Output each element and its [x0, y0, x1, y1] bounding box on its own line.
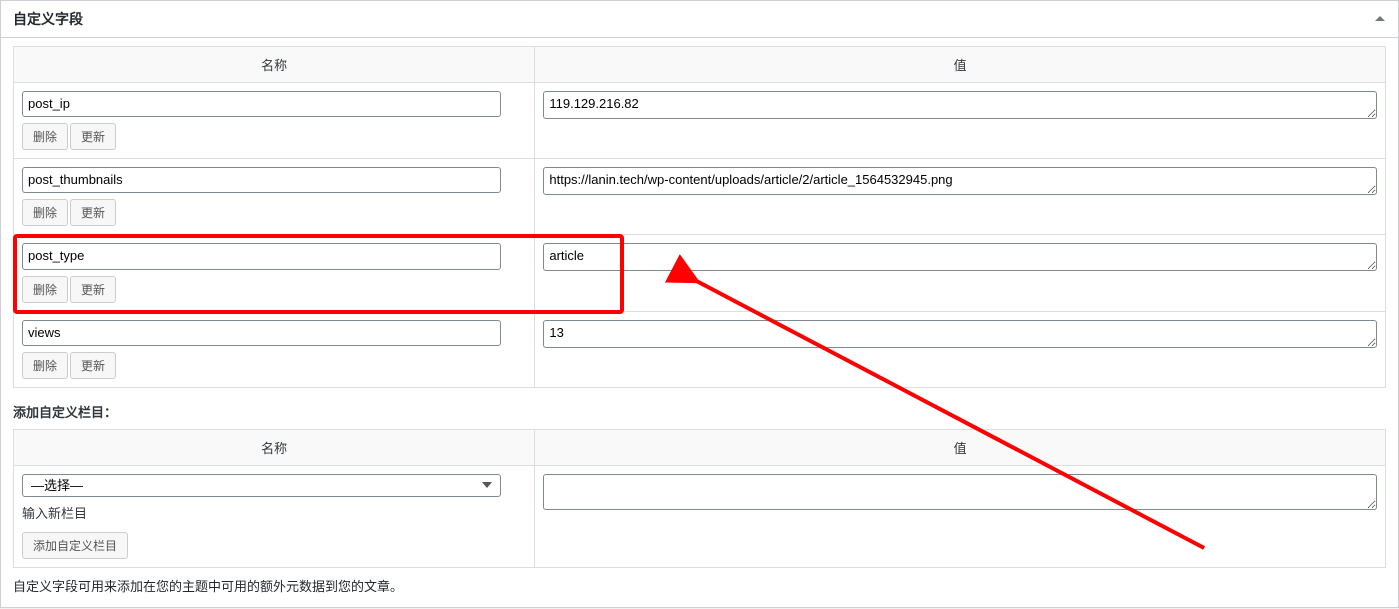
field-key-input[interactable] — [22, 243, 501, 269]
help-text: 自定义字段可用来添加在您的主题中可用的额外元数据到您的文章。 — [13, 568, 1386, 595]
field-key-input[interactable] — [22, 320, 501, 346]
column-header-value: 值 — [535, 47, 1386, 83]
add-row: —选择— 输入新栏目 添加自定义栏目 — [14, 465, 1386, 567]
field-value-textarea[interactable] — [543, 91, 1377, 119]
field-value-textarea[interactable] — [543, 320, 1377, 348]
panel-header: 自定义字段 — [1, 1, 1398, 38]
table-row: 删除更新 — [14, 235, 1386, 311]
update-button[interactable]: 更新 — [70, 199, 116, 226]
custom-fields-panel: 自定义字段 名称 值 删除更新删除更新删除更新删除更新 添加自定义栏目： 名称 … — [0, 0, 1399, 608]
add-section-label: 添加自定义栏目： — [13, 402, 1386, 421]
update-button[interactable]: 更新 — [70, 123, 116, 150]
add-column-header-value: 值 — [535, 429, 1386, 465]
table-row: 删除更新 — [14, 159, 1386, 235]
new-field-value-textarea[interactable] — [543, 474, 1377, 510]
add-column-header-name: 名称 — [14, 429, 535, 465]
panel-toggle-actions[interactable] — [1370, 9, 1398, 29]
table-row: 删除更新 — [14, 83, 1386, 159]
add-custom-field-table: 名称 值 —选择— 输入新栏目 添加自定义栏目 — [13, 429, 1386, 568]
field-key-input[interactable] — [22, 91, 501, 117]
panel-body: 名称 值 删除更新删除更新删除更新删除更新 添加自定义栏目： 名称 值 —选择— — [1, 46, 1398, 607]
delete-button[interactable]: 删除 — [22, 276, 68, 303]
delete-button[interactable]: 删除 — [22, 352, 68, 379]
delete-button[interactable]: 删除 — [22, 199, 68, 226]
field-key-input[interactable] — [22, 167, 501, 193]
panel-title: 自定义字段 — [1, 1, 95, 37]
collapse-icon[interactable] — [1370, 9, 1390, 29]
update-button[interactable]: 更新 — [70, 352, 116, 379]
custom-fields-table: 名称 值 删除更新删除更新删除更新删除更新 — [13, 46, 1386, 388]
field-value-textarea[interactable] — [543, 167, 1377, 195]
update-button[interactable]: 更新 — [70, 276, 116, 303]
table-row: 删除更新 — [14, 311, 1386, 387]
field-value-textarea[interactable] — [543, 243, 1377, 271]
delete-button[interactable]: 删除 — [22, 123, 68, 150]
field-name-select[interactable]: —选择— — [22, 474, 501, 497]
column-header-name: 名称 — [14, 47, 535, 83]
add-field-button[interactable]: 添加自定义栏目 — [22, 532, 128, 559]
enter-new-field-link[interactable]: 输入新栏目 — [22, 506, 87, 521]
